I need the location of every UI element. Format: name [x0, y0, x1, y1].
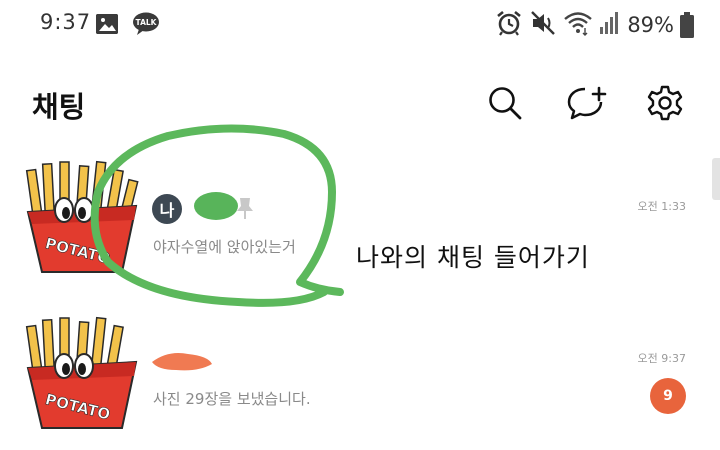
gallery-icon — [96, 14, 118, 34]
settings-icon — [647, 85, 683, 121]
status-time: 9:37 — [40, 10, 92, 34]
battery-icon — [680, 12, 694, 38]
status-bar: 9:37 TALK 89% — [0, 0, 720, 50]
avatar: POTATO — [24, 160, 142, 276]
me-badge: 나 — [152, 194, 182, 224]
alarm-icon — [495, 9, 523, 41]
page-title: 채팅 — [32, 90, 86, 124]
talk-icon: TALK — [132, 12, 160, 36]
avatar: POTATO — [24, 316, 142, 432]
scroll-edge-handle[interactable] — [712, 158, 720, 200]
battery-percent: 89% — [627, 13, 674, 37]
chat-time: 오전 1:33 — [637, 200, 686, 213]
redaction-scribble — [152, 353, 212, 371]
search-button[interactable] — [484, 82, 526, 124]
settings-button[interactable] — [644, 82, 686, 124]
unread-badge: 9 — [650, 378, 686, 414]
chat-preview: 사진 29장을 보냈습니다. — [153, 390, 311, 408]
talk-icon-label: TALK — [136, 18, 158, 27]
mute-icon — [529, 9, 557, 41]
chat-preview: 야자수열에 앉아있는거 — [153, 238, 296, 256]
annotation-text: 나와의 채팅 들어가기 — [356, 243, 590, 272]
new-chat-button[interactable] — [566, 82, 608, 124]
chat-time: 오전 9:37 — [637, 352, 686, 365]
signal-icon — [599, 10, 621, 40]
status-icons-right: 89% — [495, 10, 694, 40]
wifi-icon — [563, 9, 593, 41]
redaction-scribble — [194, 192, 238, 220]
chat-list-item[interactable]: POTATO 사진 29장을 보냈습니다. 오전 9:37 9 — [0, 302, 720, 432]
header: 채팅 — [0, 70, 720, 134]
new-chat-icon — [567, 86, 607, 120]
search-icon — [489, 87, 522, 120]
pin-icon — [237, 198, 253, 219]
